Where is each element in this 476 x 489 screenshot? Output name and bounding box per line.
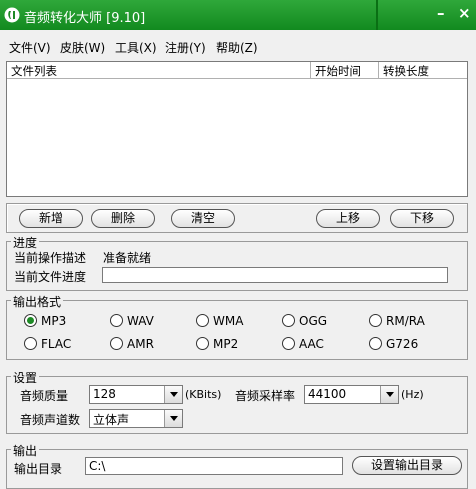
sample-rate-unit: (Hz)	[401, 388, 424, 401]
radio-rmra-label[interactable]: RM/RA	[386, 314, 425, 328]
file-progress-bar	[102, 267, 448, 283]
output-format-legend: 输出格式	[11, 293, 64, 310]
radio-ogg[interactable]	[282, 314, 295, 327]
settings-legend: 设置	[11, 369, 40, 386]
title-bar[interactable]: 音频转化大师 [9.10] – ×	[0, 0, 476, 30]
menu-file[interactable]: 文件(V)	[9, 39, 51, 56]
chevron-down-icon[interactable]	[164, 386, 182, 403]
radio-aac-label[interactable]: AAC	[299, 337, 324, 351]
column-file-list[interactable]: 文件列表	[11, 63, 57, 78]
channels-select[interactable]: 立体声	[89, 409, 183, 428]
radio-flac[interactable]	[24, 337, 37, 350]
radio-mp2-label[interactable]: MP2	[213, 337, 238, 351]
radio-flac-label[interactable]: FLAC	[41, 337, 71, 351]
radio-ogg-label[interactable]: OGG	[299, 314, 327, 328]
menu-skin[interactable]: 皮肤(W)	[60, 39, 105, 56]
sample-rate-select[interactable]: 44100	[304, 385, 399, 404]
radio-mp3[interactable]	[24, 314, 37, 327]
menu-help[interactable]: 帮助(Z)	[216, 39, 258, 56]
clear-button[interactable]: 清空	[171, 209, 235, 228]
move-down-button[interactable]: 下移	[390, 209, 454, 228]
radio-wma[interactable]	[196, 314, 209, 327]
window-title: 音频转化大师 [9.10]	[24, 11, 146, 26]
radio-mp2[interactable]	[196, 337, 209, 350]
audio-quality-select[interactable]: 128	[89, 385, 183, 404]
file-list-header: 文件列表 开始时间 转换长度	[7, 62, 467, 79]
column-convert-length[interactable]: 转换长度	[383, 63, 429, 78]
add-button[interactable]: 新增	[19, 209, 83, 228]
menu-tools[interactable]: 工具(X)	[115, 39, 157, 56]
sample-rate-label: 音频采样率	[235, 389, 296, 403]
operation-desc-value: 准备就绪	[103, 251, 152, 265]
sample-rate-value: 44100	[308, 387, 347, 401]
move-up-button[interactable]: 上移	[316, 209, 380, 228]
radio-mp3-label[interactable]: MP3	[41, 314, 66, 328]
file-progress-label: 当前文件进度	[14, 270, 87, 284]
output-dir-value: C:\	[89, 459, 106, 473]
radio-rmra[interactable]	[369, 314, 382, 327]
radio-amr[interactable]	[110, 337, 123, 350]
output-legend: 输出	[11, 442, 40, 459]
radio-g726[interactable]	[369, 337, 382, 350]
set-output-dir-button[interactable]: 设置输出目录	[352, 456, 462, 475]
audio-quality-unit: (KBits)	[185, 388, 222, 401]
output-dir-input[interactable]: C:\	[85, 457, 343, 475]
radio-aac[interactable]	[282, 337, 295, 350]
channels-value: 立体声	[93, 413, 130, 427]
radio-wav[interactable]	[110, 314, 123, 327]
output-dir-label: 输出目录	[14, 462, 63, 476]
title-divider	[376, 0, 378, 30]
delete-button[interactable]: 删除	[91, 209, 155, 228]
close-button[interactable]: ×	[458, 4, 471, 22]
chevron-down-icon[interactable]	[380, 386, 398, 403]
audio-quality-label: 音频质量	[20, 389, 69, 403]
output-format-group: 输出格式	[6, 293, 468, 360]
audio-quality-value: 128	[93, 387, 116, 401]
chevron-down-icon[interactable]	[164, 410, 182, 427]
operation-desc-label: 当前操作描述	[14, 251, 87, 265]
menu-register[interactable]: 注册(Y)	[165, 39, 206, 56]
menu-bar: 文件(V) 皮肤(W) 工具(X) 注册(Y) 帮助(Z)	[0, 30, 476, 60]
minimize-button[interactable]: –	[437, 4, 445, 22]
radio-g726-label[interactable]: G726	[386, 337, 418, 351]
column-start-time[interactable]: 开始时间	[315, 63, 361, 78]
file-list[interactable]: 文件列表 开始时间 转换长度	[6, 61, 468, 197]
radio-wma-label[interactable]: WMA	[213, 314, 243, 328]
app-logo-icon	[4, 7, 20, 23]
channels-label: 音频声道数	[20, 413, 81, 427]
radio-wav-label[interactable]: WAV	[127, 314, 154, 328]
radio-amr-label[interactable]: AMR	[127, 337, 154, 351]
